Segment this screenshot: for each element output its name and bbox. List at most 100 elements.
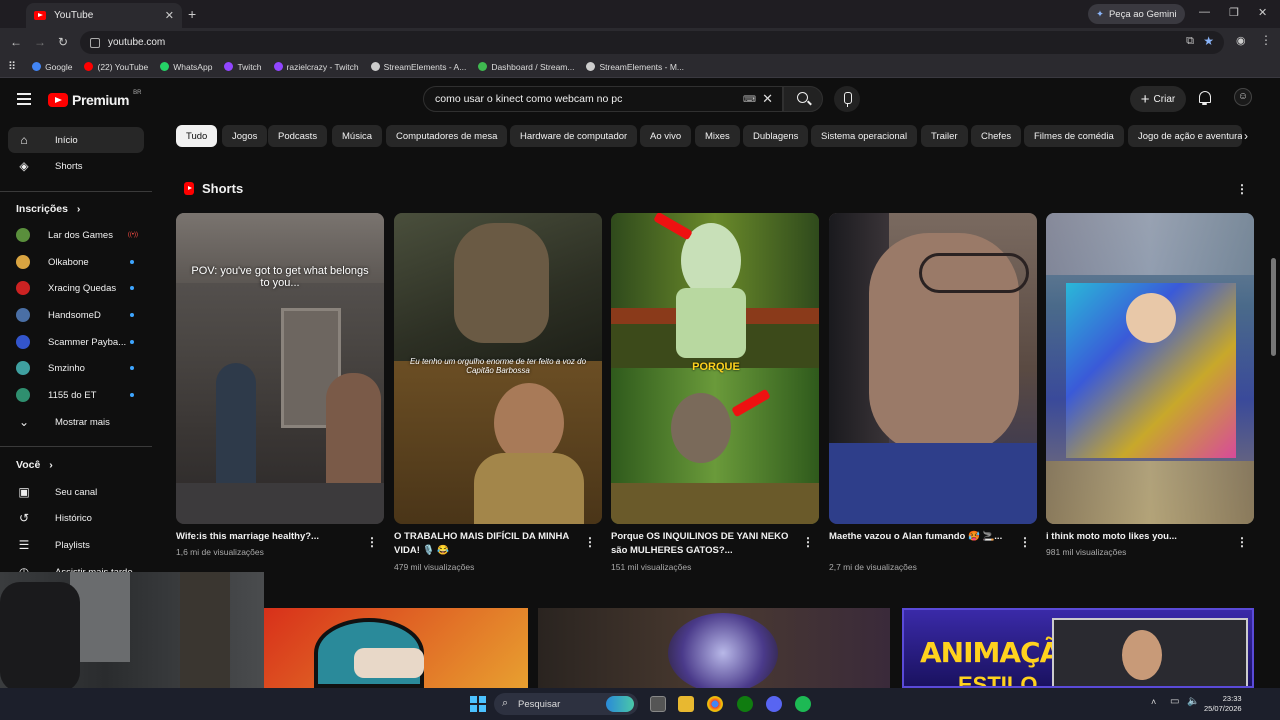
sidebar-item-shorts[interactable]: ◈ Shorts (8, 153, 144, 179)
bookmark-item[interactable]: StreamElements - A... (370, 62, 466, 72)
tab-close-icon[interactable]: ✕ (165, 9, 174, 22)
chip-computadores[interactable]: Computadores de mesa (386, 125, 508, 147)
apps-grid-icon[interactable]: ⠿ (8, 60, 16, 73)
bookmark-item[interactable]: Twitch (224, 61, 262, 72)
gemini-button[interactable]: ✦ Peça ao Gemini (1088, 4, 1185, 24)
subscription-item[interactable]: Smzinho (8, 355, 144, 381)
clear-search-icon[interactable]: ✕ (762, 91, 773, 107)
short-more-icon[interactable]: ⋮ (1019, 536, 1031, 548)
new-tab-button[interactable]: + (188, 6, 196, 22)
voice-search-mic-icon[interactable] (834, 86, 860, 112)
chevron-right-icon[interactable]: › (1244, 129, 1248, 143)
page-scrollbar[interactable] (1271, 258, 1276, 356)
network-icon[interactable]: ▭ (1170, 696, 1179, 707)
short-more-icon[interactable]: ⋮ (584, 536, 596, 548)
task-view-icon[interactable] (650, 696, 666, 712)
chip-mixes[interactable]: Mixes (695, 125, 740, 147)
sidebar-item-playlists[interactable]: ☰ Playlists (8, 532, 144, 558)
short-more-icon[interactable]: ⋮ (802, 536, 814, 548)
browser-tab-youtube[interactable]: YouTube ✕ (26, 3, 182, 28)
short-thumbnail[interactable] (1046, 213, 1254, 524)
subscription-item[interactable]: Olkabone (8, 249, 144, 275)
notifications-bell-icon[interactable] (1198, 90, 1212, 105)
subscription-item[interactable]: 1155 do ET (8, 382, 144, 408)
chip-jogo-acao[interactable]: Jogo de ação e aventura (1128, 125, 1242, 147)
shorts-more-icon[interactable]: ⋮ (1236, 183, 1248, 195)
sidebar-item-seu-canal[interactable]: ▣ Seu canal (8, 479, 144, 505)
chip-musica[interactable]: Música (332, 125, 383, 147)
bookmark-item[interactable]: WhatsApp (160, 62, 212, 72)
chip-trailer[interactable]: Trailer (921, 125, 968, 147)
sidebar-item-historico[interactable]: ↺ Histórico (8, 505, 144, 531)
short-title[interactable]: Porque OS INQUILINOS DE YANI NEKO são MU… (611, 530, 791, 558)
short-title[interactable]: i think moto moto likes you... (1046, 530, 1226, 544)
xbox-icon[interactable] (737, 696, 753, 712)
bookmark-label: Twitch (237, 61, 262, 72)
taskbar-search[interactable]: ⌕ Pesquisar (494, 693, 638, 715)
minimize-button[interactable]: — (1199, 6, 1210, 18)
bookmark-favicon-icon (586, 62, 596, 71)
hamburger-menu-icon[interactable] (17, 93, 31, 108)
chrome-icon[interactable] (707, 696, 723, 712)
short-title[interactable]: O TRABALHO MAIS DIFÍCIL DA MINHA VIDA! 🎙… (394, 530, 574, 558)
chip-tudo[interactable]: Tudo (176, 125, 218, 147)
chip-chefes[interactable]: Chefes (971, 125, 1022, 147)
subscription-item[interactable]: HandsomeD (8, 302, 144, 328)
maximize-button[interactable]: ❐ (1229, 6, 1239, 19)
bookmark-item[interactable]: (22) YouTube (84, 62, 148, 72)
video-thumbnail[interactable] (264, 608, 528, 688)
keyboard-icon[interactable]: ⌨ (743, 94, 756, 105)
spotify-icon[interactable] (795, 696, 811, 712)
short-more-icon[interactable]: ⋮ (1236, 536, 1248, 548)
short-title[interactable]: Maethe vazou o Alan fumando 🥵 🚬... (829, 530, 1009, 544)
short-more-icon[interactable]: ⋮ (366, 536, 378, 548)
short-thumbnail[interactable]: PORQUE (611, 213, 819, 524)
bookmark-item[interactable]: Dashboard / Stream... (478, 62, 574, 72)
windows-start-icon[interactable] (470, 696, 486, 712)
chip-filmes-comedia[interactable]: Filmes de comédia (1024, 125, 1124, 147)
subscription-item[interactable]: Scammer Payba... (8, 329, 144, 355)
site-info-icon[interactable] (90, 37, 100, 48)
volume-icon[interactable]: 🔈 (1187, 696, 1199, 707)
video-thumbnail[interactable]: ANIMAÇÃO ESTILO (902, 608, 1254, 688)
bookmark-item[interactable]: Google (32, 62, 72, 72)
profile-icon[interactable]: ◉ (1236, 34, 1246, 47)
chip-jogos[interactable]: Jogos (222, 125, 268, 147)
taskbar-clock[interactable]: 23:33 25/07/2026 (1204, 694, 1242, 714)
bookmark-item[interactable]: StreamElements - M... (586, 62, 684, 72)
show-more-button[interactable]: ⌄ Mostrar mais (8, 409, 144, 435)
you-heading[interactable]: Você › (16, 459, 53, 471)
short-title[interactable]: Wife:is this marriage healthy?... (176, 530, 356, 544)
chip-hardware[interactable]: Hardware de computador (510, 125, 638, 147)
channel-icon: ▣ (18, 485, 30, 499)
subscriptions-heading[interactable]: Inscrições › (16, 203, 80, 215)
chip-sistema-operacional[interactable]: Sistema operacional (811, 125, 918, 147)
sidebar-item-inicio[interactable]: ⌂ Início (8, 127, 144, 153)
forward-arrow-icon[interactable]: → (34, 35, 46, 49)
bookmark-item[interactable]: razielcrazy - Twitch (273, 62, 359, 72)
create-button[interactable]: + Criar (1130, 86, 1186, 112)
short-thumbnail[interactable] (829, 213, 1037, 524)
tray-chevron-icon[interactable]: ˄ (1151, 697, 1156, 707)
discord-icon[interactable] (766, 696, 782, 712)
chip-ao-vivo[interactable]: Ao vivo (640, 125, 692, 147)
install-app-icon[interactable]: ⧉ (1186, 35, 1194, 48)
chip-dublagens[interactable]: Dublagens (743, 125, 809, 147)
subscription-item[interactable]: Lar dos Games ((•)) (8, 222, 144, 248)
video-thumbnail[interactable] (538, 608, 890, 688)
back-arrow-icon[interactable]: ← (10, 35, 22, 49)
short-thumbnail[interactable]: Eu tenho um orgulho enorme de ter feito … (394, 213, 602, 524)
short-thumbnail[interactable]: POV: you've got to get what belongs to y… (176, 213, 384, 524)
browser-menu-icon[interactable]: ⋮ (1260, 33, 1272, 47)
youtube-premium-logo[interactable]: Premium BR (48, 90, 141, 108)
search-button[interactable] (783, 86, 823, 112)
address-bar[interactable]: youtube.com ⧉ ★ (80, 31, 1224, 54)
file-explorer-icon[interactable] (678, 696, 694, 712)
bookmark-star-icon[interactable]: ★ (1203, 34, 1214, 48)
chip-podcasts[interactable]: Podcasts (268, 125, 328, 147)
close-window-button[interactable]: ✕ (1258, 6, 1267, 19)
subscription-item[interactable]: Xracing Quedas (8, 275, 144, 301)
account-avatar[interactable]: ☺ (1234, 88, 1252, 106)
search-input[interactable]: como usar o kinect como webcam no pc ⌨ ✕ (423, 86, 783, 112)
reload-icon[interactable]: ↻ (58, 35, 68, 49)
